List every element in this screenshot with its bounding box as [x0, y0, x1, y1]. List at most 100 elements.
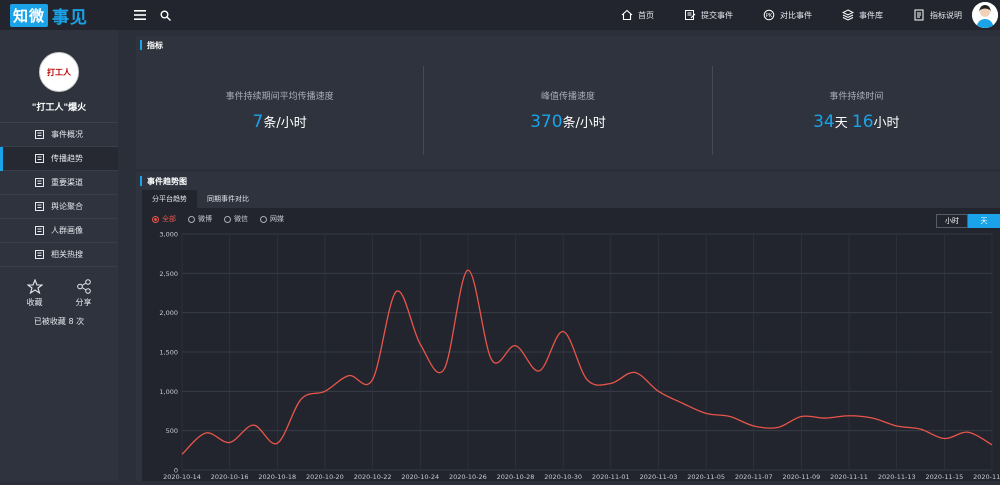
- metrics-title: 指标: [136, 36, 1000, 54]
- y-tick-label: 1,000: [159, 388, 178, 396]
- radio-2[interactable]: 微信: [224, 214, 248, 224]
- metric-value: 370条/小时: [530, 112, 606, 132]
- sidebar-menu: 事件概况 传播趋势重要渠道舆论聚合人群画像相关热搜: [0, 122, 118, 267]
- channel-icon: [35, 178, 44, 187]
- radio-dot: [224, 215, 231, 223]
- main-content: 指标 事件持续期间平均传播速度 7条/小时 峰值传播速度 370条/小时 事件持续时…: [136, 36, 1000, 481]
- trend-chart: 3,0002,5002,0001,5001,00050002020-10-14 2…: [159, 231, 1000, 482]
- nav-label: 首页: [638, 10, 654, 20]
- nav-item-3[interactable]: 事件库: [842, 9, 883, 21]
- radio-label: 全部: [162, 215, 176, 223]
- metric-label: 事件持续时间: [829, 92, 884, 102]
- avatar[interactable]: [972, 2, 998, 28]
- user-avatar-icon: [972, 2, 998, 28]
- sidebar-item-label: 人群画像: [51, 226, 83, 235]
- sidebar-item-0[interactable]: 事件概况: [0, 123, 118, 147]
- trend-icon: [35, 154, 44, 163]
- metric-number: 34: [813, 112, 835, 132]
- sidebar: 打工人 "打工人"爆火 事件概况 传播趋势 重要渠道 舆论聚合 人群画像 相关热搜 收藏 …: [0, 30, 118, 481]
- favorite-count: 已被收藏 8 次: [33, 317, 85, 326]
- x-tick-label: 2020-10-20: [306, 473, 344, 481]
- favorite-label: 收藏: [26, 298, 43, 307]
- radio-label: 网媒: [270, 215, 284, 223]
- nav-label: 对比事件: [780, 10, 812, 20]
- svg-text:PK: PK: [766, 13, 773, 19]
- menu-icon[interactable]: [134, 10, 146, 20]
- chart-area: 全部 微博 微信 网媒 小时天 3,000 2,500 2,000 1,500 1,000 50…: [142, 208, 1000, 481]
- opinion-icon: [35, 202, 44, 211]
- search-icon[interactable]: [160, 10, 171, 21]
- event-name: "打工人"爆火: [31, 103, 87, 113]
- x-tick-label: 2020-11-15: [925, 473, 963, 481]
- nav-item-1[interactable]: 提交事件: [684, 9, 733, 21]
- nav-label: 提交事件: [701, 10, 733, 20]
- x-tick-label: 2020-11-11: [830, 473, 868, 481]
- x-tick-label: 2020-11-17: [973, 473, 1000, 481]
- profile-icon: [35, 226, 44, 235]
- radio-3[interactable]: 网媒: [260, 214, 284, 224]
- unit-toggle-1[interactable]: 天: [968, 214, 1000, 228]
- y-tick-label: 500: [166, 427, 178, 435]
- logo[interactable]: 知微 事见: [0, 0, 118, 30]
- metric-unit: 条/小时: [562, 116, 606, 131]
- sidebar-item-label: 舆论聚合: [51, 202, 83, 211]
- radio-1[interactable]: 微博: [188, 214, 212, 224]
- series-line: [181, 269, 993, 455]
- sidebar-item-1[interactable]: 传播趋势: [0, 147, 118, 171]
- sidebar-item-5[interactable]: 相关热搜: [0, 243, 118, 267]
- x-tick-label: 2020-10-16: [211, 473, 249, 481]
- metric-label: 峰值传播速度: [540, 92, 595, 102]
- trend-title: 事件趋势图: [136, 172, 1000, 190]
- edit-icon: [685, 10, 696, 20]
- x-tick-label: 2020-10-30: [544, 473, 582, 481]
- sidebar-item-3[interactable]: 舆论聚合: [0, 195, 118, 219]
- tab-1[interactable]: 同期事件对比: [197, 190, 259, 208]
- x-tick-label: 2020-11-03: [640, 473, 678, 481]
- nav-label: 指标说明: [930, 10, 962, 20]
- sidebar-item-2[interactable]: 重要渠道: [0, 171, 118, 195]
- unit-toggle-0[interactable]: 小时: [936, 214, 968, 228]
- x-tick-label: 2020-11-07: [735, 473, 773, 481]
- nav-item-2[interactable]: PK 对比事件: [763, 9, 812, 21]
- sidebar-item-4[interactable]: 人群画像: [0, 219, 118, 243]
- metric-value: 7条/小时: [253, 112, 307, 132]
- metric-2: 事件持续时间 34天 16小时: [713, 66, 1000, 155]
- hot-icon: [35, 250, 44, 259]
- radio-dot: [260, 215, 267, 223]
- share-label: 分享: [75, 298, 92, 307]
- metric-1: 峰值传播速度 370条/小时: [424, 66, 713, 155]
- share-button[interactable]: 分享: [76, 279, 92, 308]
- x-tick-label: 2020-10-18: [258, 473, 296, 481]
- y-tick-label: 3,000: [159, 231, 178, 239]
- y-tick-label: 2,000: [159, 309, 178, 317]
- nav-item-4[interactable]: 指标说明: [913, 9, 962, 21]
- metric-label: 事件持续期间平均传播速度: [225, 92, 334, 102]
- x-tick-label: 2020-10-24: [401, 473, 439, 481]
- layers-icon: [842, 9, 854, 21]
- sidebar-item-label: 重要渠道: [51, 178, 83, 187]
- x-tick-label: 2020-11-13: [878, 473, 916, 481]
- event-badge: 打工人: [47, 67, 71, 77]
- x-tick-label: 2020-10-26: [449, 473, 487, 481]
- nav-item-0[interactable]: 首页: [621, 9, 654, 21]
- y-tick-label: 1,500: [159, 349, 178, 357]
- logo-text: 事见: [52, 7, 89, 28]
- event-image: 打工人: [39, 52, 79, 92]
- metric-unit-2: 小时: [873, 116, 900, 131]
- x-tick-label: 2020-11-01: [592, 473, 630, 481]
- star-icon: [26, 279, 43, 294]
- share-icon: [76, 279, 91, 294]
- favorite-button[interactable]: 收藏: [26, 279, 43, 308]
- metric-number: 370: [530, 112, 563, 132]
- event-brand: 打工人 "打工人"爆火: [0, 30, 118, 122]
- home-icon: [621, 9, 633, 21]
- metric-value: 34天 16小时: [813, 112, 899, 132]
- nav-label: 事件库: [859, 10, 883, 20]
- overview-icon: [35, 130, 44, 139]
- x-tick-label: 2020-11-05: [687, 473, 725, 481]
- compare-icon: PK: [763, 9, 775, 21]
- trend-panel: 事件趋势图 分平台趋势 同期事件对比 全部 微博 微信 网媒 小时天 3,000 2,50…: [136, 172, 1000, 481]
- tab-0[interactable]: 分平台趋势: [142, 190, 197, 208]
- top-bar: 知微 事见 首页 提交事件 PK 对比事件 事件库 指标说明: [0, 0, 1000, 30]
- radio-0[interactable]: 全部: [152, 214, 176, 224]
